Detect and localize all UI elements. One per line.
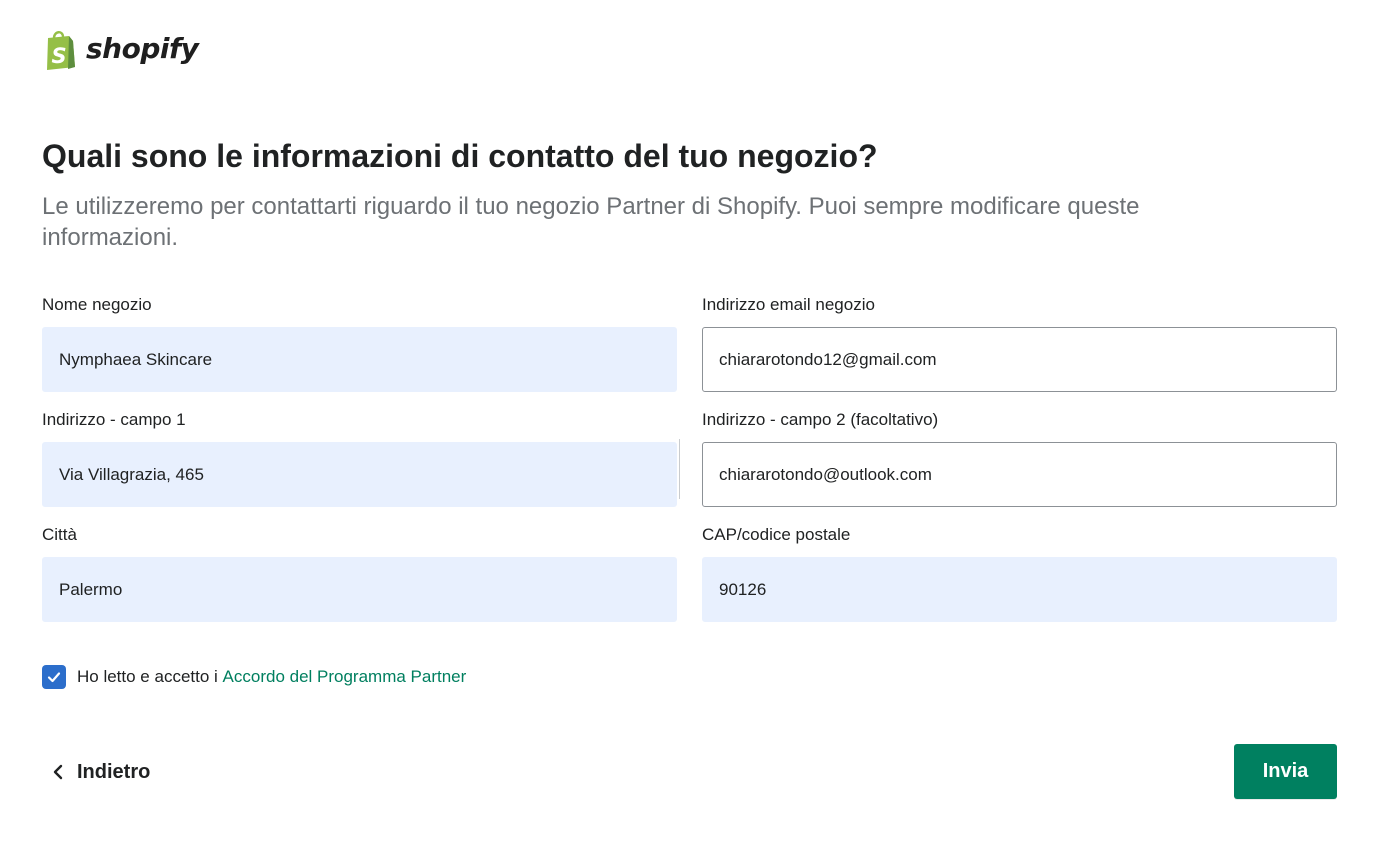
city-label: Città (42, 525, 77, 544)
postal-code-field: CAP/codice postale (702, 525, 1337, 622)
city-field: Città (42, 525, 677, 622)
store-email-input[interactable] (702, 327, 1337, 392)
postal-code-input[interactable] (702, 557, 1337, 622)
submit-button[interactable]: Invia (1234, 744, 1337, 799)
shopify-wordmark: shopify (86, 32, 199, 65)
store-name-field: Nome negozio (42, 295, 677, 392)
input-border-edge (679, 439, 680, 499)
postal-code-label: CAP/codice postale (702, 525, 851, 544)
address-line2-label: Indirizzo - campo 2 (facoltativo) (702, 410, 939, 429)
store-name-label: Nome negozio (42, 295, 152, 314)
store-email-field: Indirizzo email negozio (702, 295, 1337, 392)
address-line1-field: Indirizzo - campo 1 (42, 410, 677, 507)
address-line1-input[interactable] (42, 442, 677, 507)
page-subtitle: Le utilizzeremo per contattarti riguardo… (42, 193, 1140, 251)
chevron-left-icon (53, 764, 63, 780)
address-line1-label: Indirizzo - campo 1 (42, 410, 186, 429)
address-line2-input[interactable] (702, 442, 1337, 507)
city-input[interactable] (42, 557, 677, 622)
agreement-checkbox[interactable] (42, 665, 66, 689)
agreement-text: Ho letto e accetto i (77, 667, 223, 686)
store-email-label: Indirizzo email negozio (702, 295, 875, 314)
store-name-input[interactable] (42, 327, 677, 392)
back-button-label: Indietro (77, 760, 151, 783)
shopify-bag-icon: S (47, 31, 75, 70)
svg-text:S: S (51, 44, 66, 68)
address-line2-field: Indirizzo - campo 2 (facoltativo) (702, 410, 1337, 507)
checkmark-icon (47, 672, 61, 683)
page-title: Quali sono le informazioni di contatto d… (42, 138, 878, 174)
agreement-row: Ho letto e accetto i Accordo del Program… (42, 664, 466, 690)
shopify-logo[interactable]: S shopify (42, 28, 199, 72)
partner-agreement-link[interactable]: Accordo del Programma Partner (223, 667, 467, 687)
back-button[interactable]: Indietro (42, 752, 150, 792)
